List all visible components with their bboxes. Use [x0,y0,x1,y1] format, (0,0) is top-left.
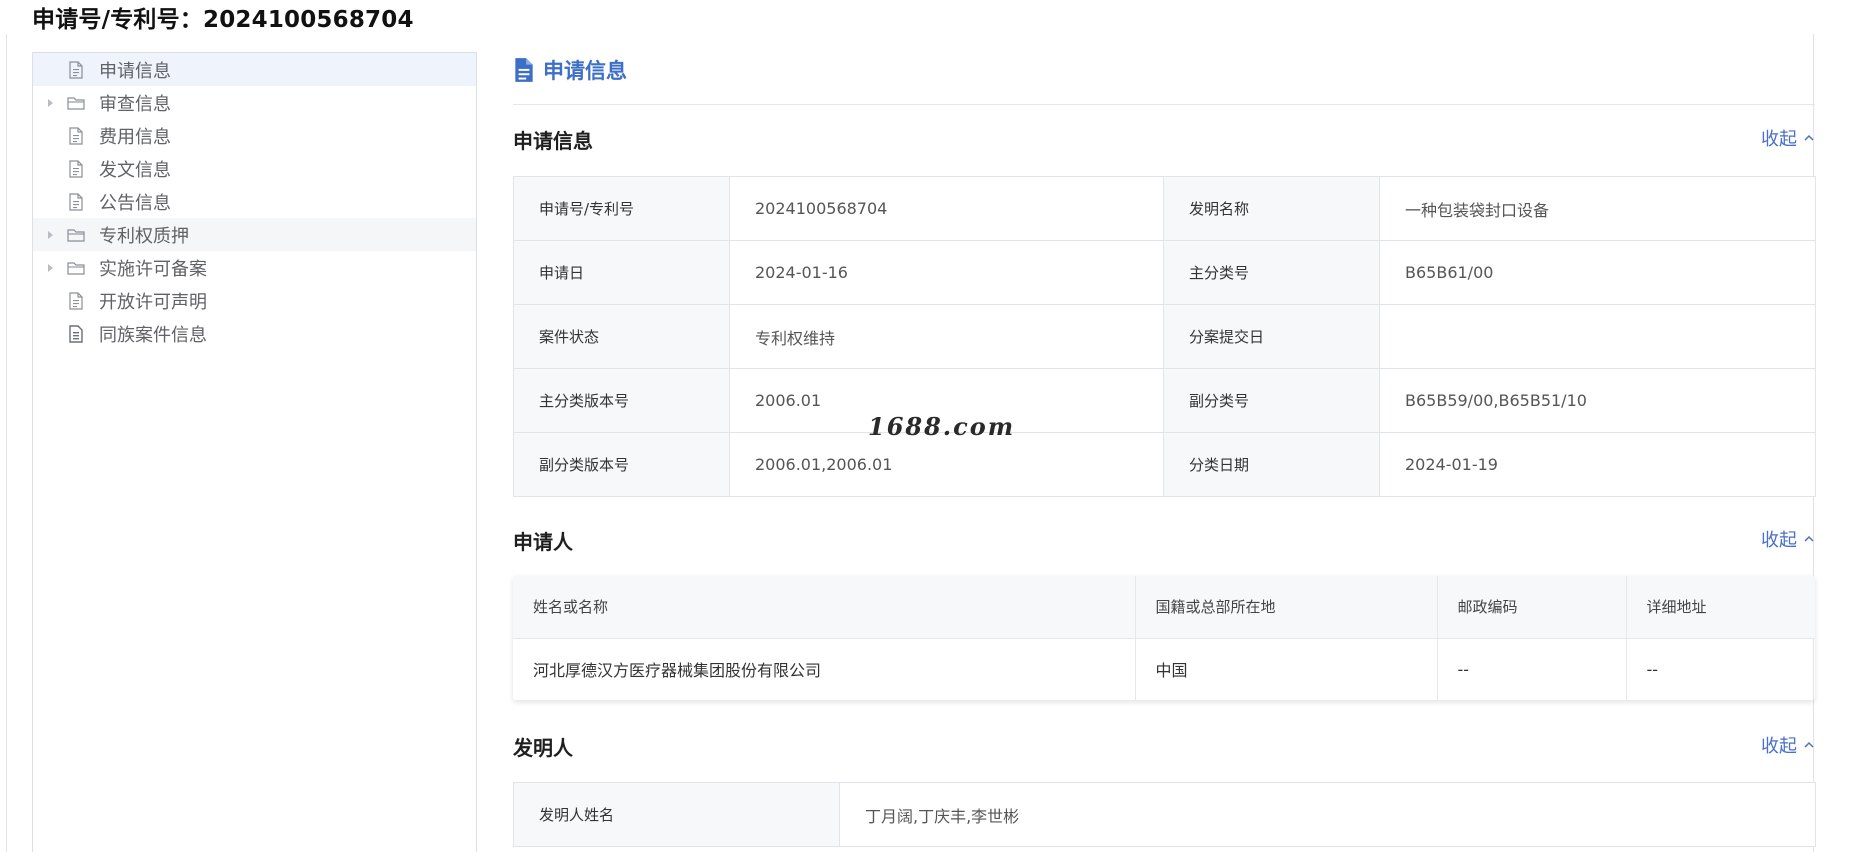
sidebar-item-label: 公告信息 [99,192,171,214]
collapse-inventor-button[interactable]: 收起 [1761,732,1815,758]
application-info-title: 申请信息 [513,129,593,153]
section-title: 申请信息 [543,59,627,83]
application-info-header: 申请信息 收起 [513,125,1815,155]
sidebar-item[interactable]: 费用信息 [33,119,476,152]
document-icon [65,125,87,147]
column-header: 姓名或名称 [513,576,1136,639]
table-row: 副分类版本号 2006.01,2006.01 分类日期 2024-01-19 [513,432,1816,497]
collapse-applicant-button[interactable]: 收起 [1761,526,1815,552]
application-info-table: 申请号/专利号 2024100568704 发明名称 一种包装袋封口设备 申请日 2024… [513,176,1816,497]
table-row: 申请号/专利号 2024100568704 发明名称 一种包装袋封口设备 [513,176,1816,241]
field-key: 申请日 [513,240,730,305]
table-row: 申请日 2024-01-16 主分类号 B65B61/00 [513,240,1816,305]
inventor-table: 发明人姓名 丁月阔,丁庆丰,李世彬 [513,782,1816,847]
field-value: B65B59/00,B65B51/10 [1379,368,1816,433]
collapse-label: 收起 [1761,129,1797,150]
field-value: B65B61/00 [1379,240,1816,305]
sidebar-item[interactable]: 开放许可声明 [33,284,476,317]
field-key: 主分类号 [1163,240,1380,305]
column-header: 邮政编码 [1437,576,1627,639]
folder-icon [65,92,87,114]
sidebar-item[interactable]: 公告信息 [33,185,476,218]
chevron-up-icon [1804,535,1814,542]
field-value: 2024-01-19 [1379,432,1816,497]
page-title: 申请号/专利号：2024100568704 [32,7,414,33]
applicant-table: 姓名或名称 国籍或总部所在地 邮政编码 详细地址 河北厚德汉方医疗器械集团股份有限公司… [513,576,1815,700]
document-icon [65,59,87,81]
table-cell: -- [1646,659,1659,679]
applicant-header: 申请人 收起 [513,526,1815,556]
field-key: 案件状态 [513,304,730,369]
main-panel: 申请信息 申请信息 收起 申请号/专利号 2024100568704 发明名称 一种包… [513,52,1816,847]
sidebar-item[interactable]: 专利权质押 [33,218,476,251]
field-key: 申请号/专利号 [513,176,730,241]
inventor-key: 发明人姓名 [513,782,840,847]
field-value: 一种包装袋封口设备 [1379,176,1816,241]
sidebar-item-label: 发文信息 [99,159,171,181]
field-key: 分类日期 [1163,432,1380,497]
field-value: 专利权维持 [729,304,1164,369]
folder-icon [65,224,87,246]
caret-right-icon[interactable] [45,230,55,240]
field-key: 副分类号 [1163,368,1380,433]
sidebar-item-label: 审查信息 [99,93,171,115]
field-key: 分案提交日 [1163,304,1380,369]
inventor-value: 丁月阔,丁庆丰,李世彬 [839,782,1816,847]
sidebar-item-label: 费用信息 [99,126,171,148]
field-key: 发明名称 [1163,176,1380,241]
table-row: 发明人姓名 丁月阔,丁庆丰,李世彬 [513,782,1816,847]
document-filled-icon [515,58,533,82]
sidebar-tree: 申请信息审查信息费用信息发文信息公告信息专利权质押实施许可备案 开放许可声明 同族案… [32,52,477,852]
sidebar-item-label: 同族案件信息 [99,324,207,346]
sidebar-item[interactable]: 申请信息 [33,53,476,86]
applicant-title: 申请人 [513,530,573,554]
column-header: 详细地址 [1626,576,1815,639]
sidebar-item[interactable]: 发文信息 [33,152,476,185]
collapse-application-info-button[interactable]: 收起 [1761,125,1815,151]
table-cell: 河北厚德汉方医疗器械集团股份有限公司 [513,638,1136,700]
caret-right-icon[interactable] [45,263,55,273]
sidebar-item-label: 专利权质押 [99,225,189,247]
field-value: 2024100568704 [729,176,1164,241]
sidebar-item-label: 开放许可声明 [99,291,207,313]
field-value: 2006.01,2006.01 [729,432,1164,497]
field-key: 主分类版本号 [513,368,730,433]
folder-icon [65,257,87,279]
section-header: 申请信息 [513,52,1815,88]
caret-right-icon[interactable] [45,98,55,108]
watermark: 1688.com [868,412,1016,441]
sidebar-item-label: 申请信息 [99,60,171,82]
table-cell: 中国 [1135,638,1438,700]
document-icon [65,290,87,312]
collapse-label: 收起 [1761,736,1797,757]
chevron-up-icon [1804,741,1814,748]
chevron-up-icon [1804,134,1814,141]
table-row: 河北厚德汉方医疗器械集团股份有限公司 中国 -- -- [513,638,1815,700]
sidebar-item[interactable]: 同族案件信息 [33,317,476,350]
inventor-title: 发明人 [513,736,573,760]
column-header: 国籍或总部所在地 [1135,576,1438,639]
table-row: 案件状态 专利权维持 分案提交日 [513,304,1816,369]
field-key: 副分类版本号 [513,432,730,497]
divider [513,104,1815,105]
applicant-table-card: 姓名或名称 国籍或总部所在地 邮政编码 详细地址 河北厚德汉方医疗器械集团股份有限公司… [513,576,1815,700]
table-row: 主分类版本号 2006.01 副分类号 B65B59/00,B65B51/10 [513,368,1816,433]
document-icon [65,158,87,180]
inventor-header: 发明人 收起 [513,732,1815,762]
sidebar-item[interactable]: 实施许可备案 [33,251,476,284]
field-value: 2024-01-16 [729,240,1164,305]
collapse-label: 收起 [1761,530,1797,551]
sidebar-item[interactable]: 审查信息 [33,86,476,119]
document-filled-icon [65,323,87,345]
field-value [1379,304,1816,369]
document-icon [65,191,87,213]
table-cell: -- [1437,638,1627,700]
sidebar-item-label: 实施许可备案 [99,258,207,280]
